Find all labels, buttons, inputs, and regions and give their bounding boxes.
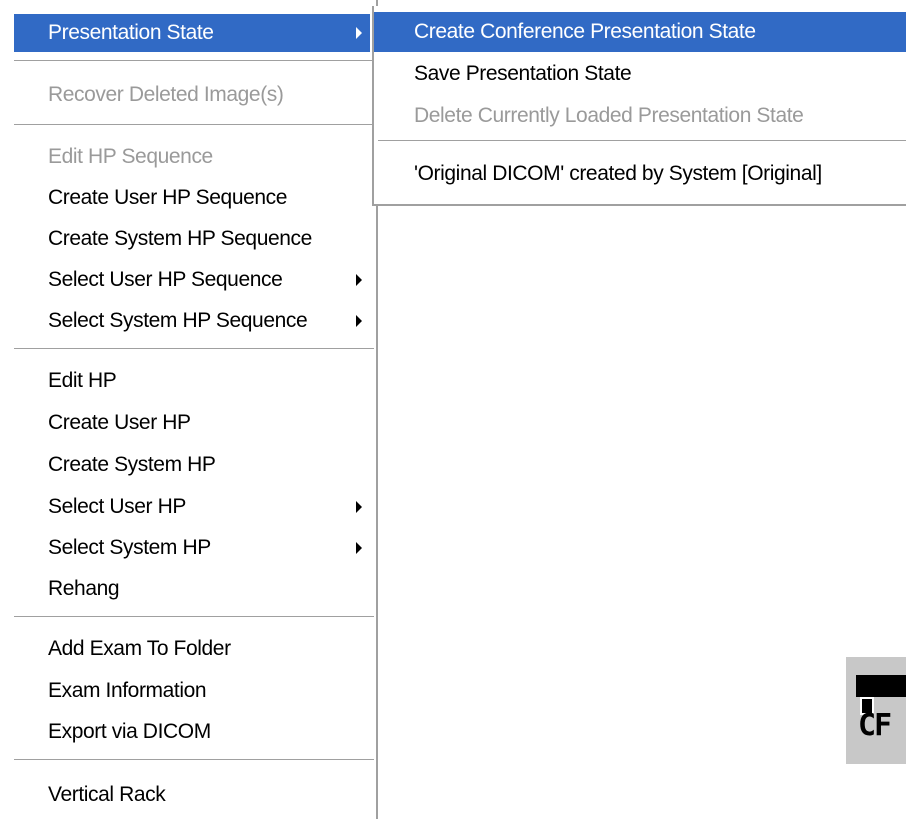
menu-separator xyxy=(14,60,374,62)
submenu-arrow-icon xyxy=(356,315,362,327)
menu-item-select-user-hp[interactable]: Select User HP xyxy=(14,488,370,526)
menu-item-label: Vertical Rack xyxy=(48,783,166,806)
menu-item-exam-information[interactable]: Exam Information xyxy=(14,672,370,710)
menu-item-label: Create User HP Sequence xyxy=(48,186,288,209)
thumbnail-text: CF xyxy=(858,708,892,743)
menu-separator xyxy=(14,616,374,618)
submenu-item-create-conference-presentation-state[interactable]: Create Conference Presentation State xyxy=(374,12,906,52)
menu-item-edit-hp-sequence[interactable]: Edit HP Sequence xyxy=(14,138,370,176)
thumbnail-title-bar xyxy=(856,675,906,697)
menu-item-label: Recover Deleted Image(s) xyxy=(48,83,284,106)
menu-item-label: Export via DICOM xyxy=(48,720,211,743)
menu-item-label: Select User HP Sequence xyxy=(48,268,283,291)
menu-item-export-via-dicom[interactable]: Export via DICOM xyxy=(14,713,370,751)
menu-item-label: Create User HP xyxy=(48,411,191,434)
submenu-arrow-icon xyxy=(356,542,362,554)
menu-item-label: Create System HP Sequence xyxy=(48,227,312,250)
menu-item-add-exam-to-folder[interactable]: Add Exam To Folder xyxy=(14,630,370,668)
submenu-arrow-icon xyxy=(356,274,362,286)
submenu-item-label: 'Original DICOM' created by System [Orig… xyxy=(414,162,822,185)
menu-item-edit-hp[interactable]: Edit HP xyxy=(14,362,370,400)
submenu-separator xyxy=(378,140,906,142)
menu-item-label: Edit HP xyxy=(48,369,117,392)
menu-item-rehang[interactable]: Rehang xyxy=(14,570,370,608)
menu-item-label: Presentation State xyxy=(48,21,214,44)
screen: Presentation State Recover Deleted Image… xyxy=(0,0,906,819)
presentation-state-submenu: Create Conference Presentation State Sav… xyxy=(372,6,906,206)
menu-item-create-system-hp[interactable]: Create System HP xyxy=(14,446,370,484)
menu-item-label: Select System HP Sequence xyxy=(48,309,308,332)
submenu-item-label: Delete Currently Loaded Presentation Sta… xyxy=(414,104,804,127)
menu-item-presentation-state[interactable]: Presentation State xyxy=(14,14,370,52)
submenu-arrow-icon xyxy=(356,27,362,39)
menu-item-label: Add Exam To Folder xyxy=(48,637,231,660)
menu-item-recover-deleted-images[interactable]: Recover Deleted Image(s) xyxy=(14,76,370,114)
menu-separator xyxy=(14,124,374,126)
submenu-arrow-icon xyxy=(356,501,362,513)
submenu-item-label: Create Conference Presentation State xyxy=(414,20,756,43)
menu-item-vertical-rack[interactable]: Vertical Rack xyxy=(14,776,370,814)
menu-item-create-system-hp-sequence[interactable]: Create System HP Sequence xyxy=(14,220,370,258)
menu-item-select-system-hp[interactable]: Select System HP xyxy=(14,529,370,567)
menu-item-label: Select User HP xyxy=(48,495,186,518)
cf-thumbnail-icon[interactable]: CF xyxy=(846,657,906,764)
submenu-item-label: Save Presentation State xyxy=(414,62,632,85)
menu-item-label: Select System HP xyxy=(48,536,211,559)
menu-item-label: Rehang xyxy=(48,577,120,600)
submenu-item-original-dicom[interactable]: 'Original DICOM' created by System [Orig… xyxy=(374,154,906,194)
menu-item-label: Create System HP xyxy=(48,453,216,476)
menu-item-label: Exam Information xyxy=(48,679,207,702)
menu-separator xyxy=(14,759,374,761)
menu-item-select-system-hp-sequence[interactable]: Select System HP Sequence xyxy=(14,302,370,340)
submenu-item-delete-presentation-state[interactable]: Delete Currently Loaded Presentation Sta… xyxy=(374,96,906,136)
menu-item-select-user-hp-sequence[interactable]: Select User HP Sequence xyxy=(14,261,370,299)
submenu-item-save-presentation-state[interactable]: Save Presentation State xyxy=(374,54,906,94)
menu-separator xyxy=(14,348,374,350)
menu-item-create-user-hp-sequence[interactable]: Create User HP Sequence xyxy=(14,179,370,217)
context-menu: Presentation State Recover Deleted Image… xyxy=(0,0,378,819)
menu-item-create-user-hp[interactable]: Create User HP xyxy=(14,404,370,442)
menu-item-label: Edit HP Sequence xyxy=(48,145,213,168)
